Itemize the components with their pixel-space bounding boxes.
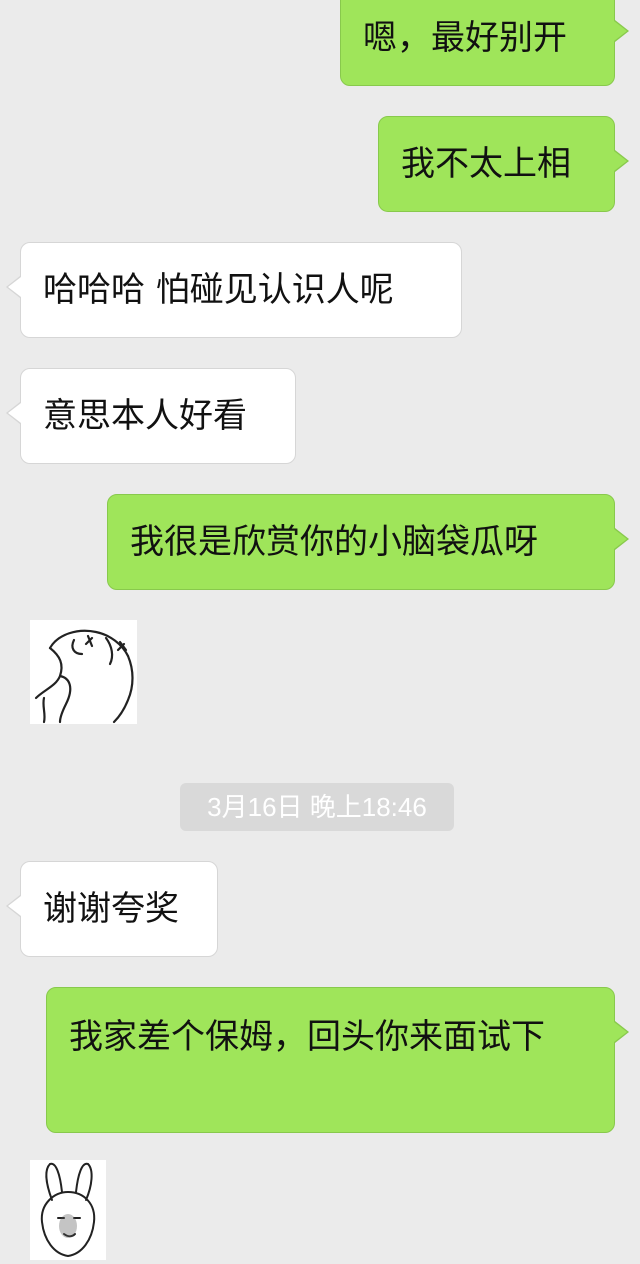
message-text: 嗯，最好别开	[363, 18, 567, 58]
sent-message-bubble[interactable]: 我家差个保姆，回头你来面试下	[46, 987, 629, 1133]
message-text: 我家差个保姆，回头你来面试下	[69, 1017, 545, 1057]
hand-drawn-figure-sticker[interactable]	[30, 620, 137, 724]
sticker-drawing	[34, 629, 134, 724]
message-text: 意思本人好看	[43, 396, 247, 436]
bubble-tail	[614, 529, 627, 549]
bubble-tail	[614, 21, 627, 41]
sent-message-bubble[interactable]: 我不太上相	[378, 116, 629, 212]
bubble-tail	[614, 151, 627, 171]
bubble-tail	[8, 277, 21, 297]
received-message-bubble[interactable]: 谢谢夸奖	[6, 861, 218, 957]
message-text: 哈哈哈 怕碰见认识人呢	[43, 270, 394, 310]
message-text: 谢谢夸奖	[43, 889, 179, 929]
message-text: 我不太上相	[401, 144, 571, 184]
bunny-head-sticker[interactable]	[30, 1160, 106, 1260]
sent-message-bubble[interactable]: 嗯，最好别开	[340, 0, 629, 86]
bubble-tail	[614, 1022, 627, 1042]
chat-message-list[interactable]: 嗯，最好别开 我不太上相 哈哈哈 怕碰见认识人呢 意思本人好看 我很是欣赏你的小…	[0, 0, 640, 1260]
received-message-bubble[interactable]: 哈哈哈 怕碰见认识人呢	[6, 242, 462, 338]
received-message-bubble[interactable]: 意思本人好看	[6, 368, 296, 464]
sticker-drawing	[40, 1162, 96, 1257]
sent-message-bubble[interactable]: 我很是欣赏你的小脑袋瓜呀	[107, 494, 629, 590]
message-text: 我很是欣赏你的小脑袋瓜呀	[130, 522, 538, 562]
bubble-tail	[8, 896, 21, 916]
timestamp-label: 3月16日 晚上18:46	[180, 783, 454, 831]
bubble-tail	[8, 403, 21, 423]
